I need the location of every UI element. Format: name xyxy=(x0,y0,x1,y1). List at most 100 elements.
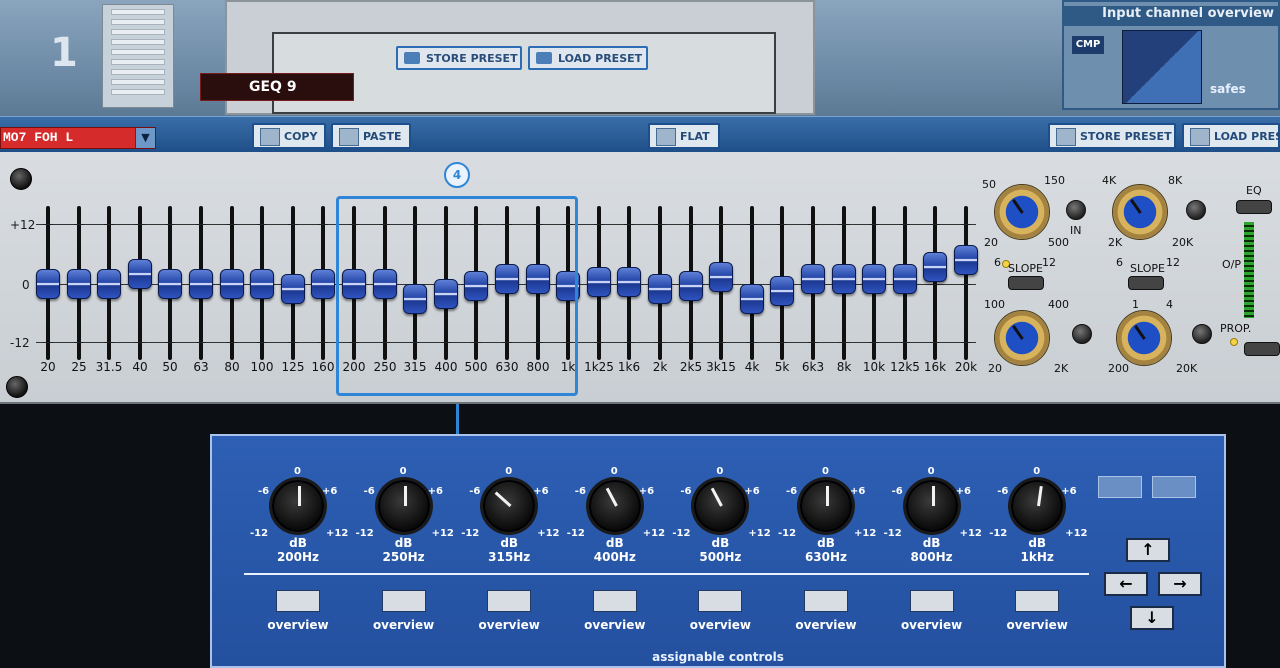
assignable-controls-title: assignable controls xyxy=(652,650,784,664)
scale-minus6: -6 xyxy=(997,486,1009,497)
slope2-12: 12 xyxy=(1166,256,1180,269)
assign-freq-label: 400Hz xyxy=(593,550,636,564)
assign-knob-250Hz[interactable] xyxy=(377,480,430,532)
fader-tick xyxy=(869,224,879,225)
arrow-left-button[interactable]: ← xyxy=(1104,572,1148,596)
fader-tick xyxy=(747,224,757,225)
connector-line xyxy=(456,404,459,434)
hf2-in-button[interactable] xyxy=(1186,200,1206,220)
lf2-in-button[interactable] xyxy=(1192,324,1212,344)
fader-20[interactable] xyxy=(36,269,60,299)
arrow-up-button[interactable]: ↑ xyxy=(1126,538,1170,562)
lf-in-button[interactable] xyxy=(1072,324,1092,344)
fader-40[interactable] xyxy=(128,259,152,289)
k3-hi: 400 xyxy=(1048,298,1069,311)
overview-button[interactable] xyxy=(487,590,532,612)
k1-lo: 50 xyxy=(982,178,996,191)
load-preset-button[interactable]: LOAD PRES xyxy=(1182,123,1280,149)
fader-50[interactable] xyxy=(158,269,182,299)
fader-tick xyxy=(43,342,53,343)
assignable-controls-panel: 0 -6 +6 -12 +12 dB 200Hz overview 0 -6 +6 -12 +12 dB 2… xyxy=(210,434,1226,668)
lf-frequency-knob[interactable] xyxy=(994,310,1050,366)
eq-in-toggle[interactable] xyxy=(1236,200,1272,214)
slope2-toggle[interactable] xyxy=(1128,276,1164,290)
fader-20k[interactable] xyxy=(954,245,978,275)
selection-badge: 4 xyxy=(444,162,470,188)
overview-button[interactable] xyxy=(276,590,320,612)
flat-button[interactable]: FLAT xyxy=(648,123,720,149)
fader-16k[interactable] xyxy=(923,252,947,282)
fader-tick xyxy=(104,224,114,225)
assign-freq-label: 1kHz xyxy=(1020,550,1054,564)
assign-freq-label: 630Hz xyxy=(804,550,848,564)
fader-2k[interactable] xyxy=(648,274,672,304)
k3-lo: 100 xyxy=(984,298,1005,311)
fader-4k[interactable] xyxy=(740,284,764,314)
fader-10k[interactable] xyxy=(862,264,886,294)
fader-1k6[interactable] xyxy=(617,267,641,297)
slope-toggle[interactable] xyxy=(1008,276,1044,290)
assign-knob-315Hz[interactable] xyxy=(483,480,536,532)
scale-minus6: -6 xyxy=(680,486,692,497)
scale-minus6: -6 xyxy=(786,486,798,497)
input-channel-overview[interactable]: Input channel overview CMP safes xyxy=(1062,0,1280,110)
assign-knob-1kHz[interactable] xyxy=(1011,480,1064,532)
k1-hi: 150 xyxy=(1044,174,1065,187)
fader-80[interactable] xyxy=(220,269,244,299)
fader-3k15[interactable] xyxy=(709,262,733,292)
arrow-right-button[interactable]: → xyxy=(1158,572,1202,596)
store-preset-button[interactable]: STORE PRESET xyxy=(1048,123,1176,149)
fader-track xyxy=(933,206,937,360)
fader-tick xyxy=(869,342,879,343)
fader-8k[interactable] xyxy=(832,264,856,294)
overview-button[interactable] xyxy=(1015,590,1060,612)
assign-blank-button-1[interactable] xyxy=(1098,476,1142,498)
k1-max: 500 xyxy=(1048,236,1069,249)
prop-toggle[interactable] xyxy=(1244,342,1280,356)
assign-blank-button-2[interactable] xyxy=(1152,476,1196,498)
fader-125[interactable] xyxy=(281,274,305,304)
upper-store-preset-button[interactable]: STORE PRESET xyxy=(396,46,522,70)
chevron-down-icon[interactable]: ▼ xyxy=(135,128,155,148)
fader-track xyxy=(964,206,968,360)
hf-frequency-knob[interactable] xyxy=(1112,184,1168,240)
fader-25[interactable] xyxy=(67,269,91,299)
fader-2k5[interactable] xyxy=(679,271,703,301)
assign-knob-500Hz[interactable] xyxy=(694,480,747,532)
scale-minus6: -6 xyxy=(574,486,586,497)
channel-strip-thumbnail[interactable] xyxy=(102,4,174,108)
channel-select[interactable]: MO7 FOH L ▼ xyxy=(0,127,156,149)
fader-31.5[interactable] xyxy=(97,269,121,299)
copy-button[interactable]: COPY xyxy=(252,123,326,149)
fader-63[interactable] xyxy=(189,269,213,299)
cmp-button[interactable]: CMP xyxy=(1072,36,1104,54)
overview-button[interactable] xyxy=(804,590,848,612)
paste-button[interactable]: PASTE xyxy=(331,123,411,149)
hpf-frequency-knob[interactable] xyxy=(994,184,1050,240)
fader-100[interactable] xyxy=(250,269,274,299)
overview-button[interactable] xyxy=(698,590,743,612)
assign-knob-630Hz[interactable] xyxy=(800,480,852,532)
assign-divider xyxy=(244,573,1089,575)
overview-button[interactable] xyxy=(381,590,426,612)
fader-1k25[interactable] xyxy=(587,267,611,297)
scale-minus6: -6 xyxy=(258,486,270,497)
lf2-frequency-knob[interactable] xyxy=(1116,310,1172,366)
assign-knob-800Hz[interactable] xyxy=(905,480,958,532)
hf-in-button[interactable] xyxy=(1066,200,1086,220)
fader-160[interactable] xyxy=(311,269,335,299)
fader-tick xyxy=(716,342,726,343)
upper-load-preset-button[interactable]: LOAD PRESET xyxy=(528,46,648,70)
fader-tick xyxy=(165,224,175,225)
safes-label: safes xyxy=(1210,82,1246,96)
fader-12k5[interactable] xyxy=(893,264,917,294)
fader-6k3[interactable] xyxy=(801,264,825,294)
arrow-down-button[interactable]: ↓ xyxy=(1130,606,1174,630)
fader-5k[interactable] xyxy=(770,276,794,306)
assign-knob-400Hz[interactable] xyxy=(588,480,641,532)
prop-led xyxy=(1230,338,1238,346)
overview-button[interactable] xyxy=(592,590,637,612)
assign-knob-200Hz[interactable] xyxy=(272,480,324,532)
overview-button[interactable] xyxy=(909,590,954,612)
assign-db-label: dB xyxy=(817,536,835,550)
